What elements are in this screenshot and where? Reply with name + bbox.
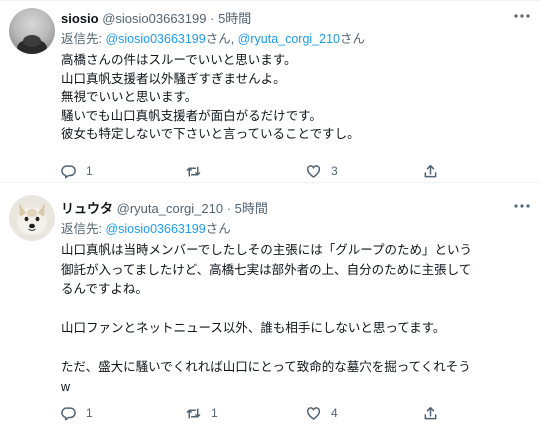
- tweet-text-line: 高橋さんの件はスルーでいいと思います。: [61, 53, 297, 67]
- tweet-text-line: 騒いでも山口真帆支援者が面白がるだけです。: [61, 108, 322, 123]
- share-icon: [424, 164, 437, 177]
- reply-count: 1: [86, 406, 93, 420]
- tweet-header: リュウタ @ryuta_corgi_210 · 5時間: [61, 200, 531, 217]
- heart-icon: [306, 406, 321, 420]
- reply-button[interactable]: 1: [61, 161, 93, 181]
- share-button[interactable]: [423, 161, 438, 181]
- ellipsis-icon[interactable]: [513, 7, 531, 21]
- reply-prefix: 返信先:: [61, 32, 106, 46]
- reply-prefix: 返信先:: [61, 222, 106, 236]
- retweet-count: 1: [211, 406, 218, 420]
- tweet-text: 高橋さんの件はスルーでいいと思います。 山口真帆支援者以外騒ぎすぎませんよ。 無…: [61, 51, 531, 144]
- tweet[interactable]: siosio @siosio03663199 · 5時間 返信先: @siosi…: [0, 0, 541, 183]
- reply-icon: [61, 164, 76, 178]
- tweet-text-line: 御託が入ってましたけど、高橋七実は部外者の上、自分のために主張して: [61, 262, 472, 277]
- reply-context: 返信先: @siosio03663199さん: [61, 220, 531, 238]
- reply-suffix: さん: [205, 222, 231, 236]
- tweet-header: siosio @siosio03663199 · 5時間: [61, 10, 531, 27]
- reply-mention[interactable]: @ryuta_corgi_210: [238, 32, 340, 46]
- separator-dot: ·: [226, 201, 232, 216]
- like-button[interactable]: 3: [306, 161, 338, 181]
- separator-dot: ·: [210, 11, 215, 26]
- tweet-text-line: w: [61, 379, 71, 394]
- tweet-content: リュウタ @ryuta_corgi_210 · 5時間 返信先: @siosio…: [61, 200, 531, 397]
- tweet[interactable]: リュウタ @ryuta_corgi_210 · 5時間 返信先: @siosio…: [0, 183, 541, 439]
- tweet-text-line: ただ、盛大に騒いでくれれば山口にとって致命的な墓穴を掘ってくれそう: [61, 360, 471, 374]
- avatar[interactable]: [9, 8, 55, 54]
- tweet-text-line: 彼女も特定しないで下さいと言っていることですし。: [61, 127, 360, 141]
- ellipsis-icon[interactable]: [513, 197, 531, 211]
- share-icon: [424, 406, 437, 419]
- display-name[interactable]: リュウタ: [61, 201, 113, 216]
- tweet-text-line: 無視でいいと思います。: [61, 90, 198, 104]
- retweet-icon: [186, 408, 201, 418]
- reply-count: 1: [86, 164, 93, 178]
- tweet-text-line: 山口真帆は当時メンバーでしたしその主張には「グループのため」という: [61, 243, 473, 257]
- like-count: 3: [331, 164, 338, 178]
- reply-context: 返信先: @siosio03663199さん, @ryuta_corgi_210…: [61, 30, 531, 48]
- tweet-content: siosio @siosio03663199 · 5時間 返信先: @siosi…: [61, 10, 531, 144]
- tweet-text-line: るんですよね。: [61, 282, 148, 296]
- reply-icon: [61, 406, 76, 420]
- reply-suffix: さん: [340, 32, 366, 46]
- retweet-button[interactable]: [186, 161, 211, 181]
- retweet-button[interactable]: 1: [186, 403, 218, 423]
- like-count: 4: [331, 406, 338, 420]
- tweet-actions: 1 3: [61, 161, 437, 181]
- reply-joiner: さん,: [205, 32, 238, 46]
- heart-icon: [306, 164, 321, 178]
- user-handle[interactable]: @siosio03663199: [102, 11, 206, 26]
- user-handle[interactable]: @ryuta_corgi_210: [117, 201, 223, 216]
- share-button[interactable]: [423, 403, 438, 423]
- tweet-actions: 1 1 4: [61, 403, 437, 423]
- reply-mention[interactable]: @siosio03663199: [105, 32, 205, 46]
- reply-button[interactable]: 1: [61, 403, 93, 423]
- display-name[interactable]: siosio: [61, 11, 99, 26]
- timestamp[interactable]: 5時間: [235, 201, 268, 216]
- tweet-text: 山口真帆は当時メンバーでしたしその主張には「グループのため」という 御託が入って…: [61, 241, 531, 397]
- like-button[interactable]: 4: [306, 403, 338, 423]
- timestamp[interactable]: 5時間: [218, 11, 251, 26]
- retweet-icon: [186, 166, 201, 176]
- tweet-text-line: 山口ファンとネットニュース以外、誰も相手にしないと思ってます。: [61, 321, 446, 335]
- tweet-text-line: 山口真帆支援者以外騒ぎすぎませんよ。: [61, 71, 286, 86]
- reply-mention[interactable]: @siosio03663199: [105, 222, 205, 236]
- avatar[interactable]: [9, 195, 55, 241]
